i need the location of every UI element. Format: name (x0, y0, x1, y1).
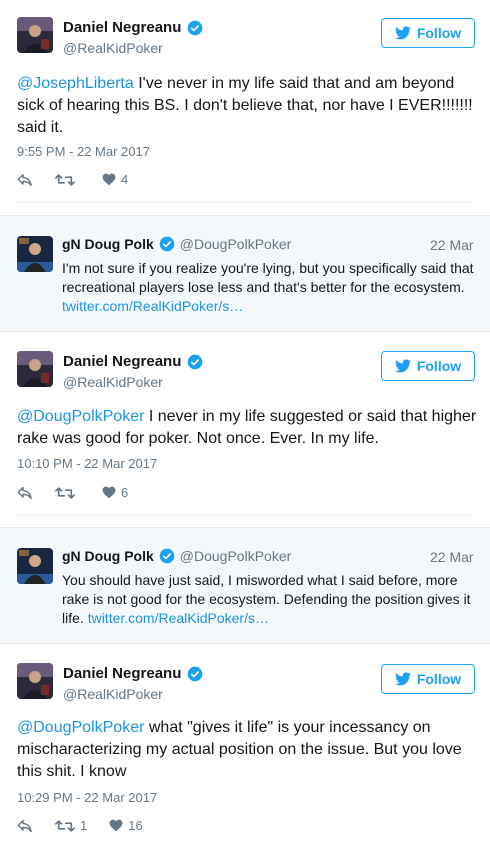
tweet-2: Daniel Negreanu @RealKidPoker Follow @Do… (0, 333, 490, 515)
twitter-bird-icon (394, 26, 411, 40)
retweet-count: 1 (80, 818, 88, 833)
tweet-actions: 6 (17, 485, 150, 500)
like-count: 4 (121, 172, 129, 187)
quoted-link[interactable]: twitter.com/RealKidPoker/s… (88, 610, 269, 626)
quoted-tweet-1[interactable]: gN Doug Polk @DougPolkPoker 22 Mar I'm n… (0, 215, 490, 332)
follow-button[interactable]: Follow (381, 664, 475, 694)
mention-link[interactable]: @DougPolkPoker (17, 408, 144, 425)
like-count: 6 (121, 485, 129, 500)
quoted-avatar[interactable] (17, 236, 53, 272)
twitter-bird-icon (394, 672, 411, 686)
tweet-3: Daniel Negreanu @RealKidPoker Follow @Do… (0, 645, 490, 846)
like-button[interactable]: 6 (102, 485, 128, 500)
reply-icon (17, 173, 32, 186)
tweet-text: @JosephLiberta I've never in my life sai… (17, 73, 479, 139)
quoted-avatar[interactable] (17, 548, 53, 584)
verified-badge-icon (188, 354, 203, 369)
retweet-button[interactable] (55, 173, 80, 187)
retweet-icon (55, 173, 75, 186)
verified-badge-icon (159, 236, 175, 252)
username[interactable]: @RealKidPoker (63, 686, 163, 702)
verified-badge-icon (159, 548, 175, 564)
reply-button[interactable] (17, 819, 33, 833)
quoted-date[interactable]: 22 Mar (430, 237, 474, 253)
quoted-date[interactable]: 22 Mar (430, 549, 474, 565)
name-row: Daniel Negreanu (63, 19, 203, 36)
avatar[interactable] (17, 351, 53, 387)
verified-badge-icon (188, 20, 203, 35)
reply-button[interactable] (17, 486, 33, 500)
reply-button[interactable] (17, 173, 33, 187)
reply-icon (17, 819, 32, 832)
quoted-text: You should have just said, I misworded w… (62, 571, 477, 628)
follow-label: Follow (416, 25, 462, 41)
heart-icon (102, 486, 116, 499)
tweet-text: @DougPolkPoker what "gives it life" is y… (17, 717, 479, 783)
timestamp[interactable]: 10:10 PM - 22 Mar 2017 (17, 456, 157, 471)
quoted-display-name[interactable]: gN Doug Polk (62, 236, 154, 252)
follow-label: Follow (416, 358, 462, 374)
display-name[interactable]: Daniel Negreanu (63, 19, 181, 36)
divider (17, 515, 473, 516)
name-row: Daniel Negreanu (63, 665, 203, 682)
display-name[interactable]: Daniel Negreanu (63, 665, 181, 682)
retweet-button[interactable] (55, 486, 80, 500)
quoted-username[interactable]: @DougPolkPoker (180, 236, 292, 252)
tweet-actions: 1 16 (17, 818, 165, 833)
quoted-tweet-2[interactable]: gN Doug Polk @DougPolkPoker 22 Mar You s… (0, 527, 490, 644)
quoted-display-name[interactable]: gN Doug Polk (62, 548, 154, 564)
display-name[interactable]: Daniel Negreanu (63, 353, 181, 370)
username[interactable]: @RealKidPoker (63, 374, 163, 390)
heart-icon (102, 173, 116, 186)
tweet-thread: Daniel Negreanu @RealKidPoker Follow @Jo… (0, 0, 490, 846)
follow-label: Follow (416, 671, 462, 687)
tweet-1: Daniel Negreanu @RealKidPoker Follow @Jo… (0, 0, 490, 200)
mention-link[interactable]: @JosephLiberta (17, 75, 134, 92)
tweet-text: @DougPolkPoker I never in my life sugges… (17, 406, 479, 450)
quoted-header: gN Doug Polk @DougPolkPoker (62, 548, 291, 564)
verified-badge-icon (188, 666, 203, 681)
timestamp[interactable]: 9:55 PM - 22 Mar 2017 (17, 144, 150, 159)
follow-button[interactable]: Follow (381, 18, 475, 48)
mention-link[interactable]: @DougPolkPoker (17, 719, 144, 736)
avatar[interactable] (17, 663, 53, 699)
retweet-icon (55, 819, 75, 832)
like-count: 16 (128, 818, 143, 833)
follow-button[interactable]: Follow (381, 351, 475, 381)
username[interactable]: @RealKidPoker (63, 40, 163, 56)
divider (17, 202, 473, 203)
twitter-bird-icon (394, 359, 411, 373)
retweet-icon (55, 486, 75, 499)
quoted-text: I'm not sure if you realize you're lying… (62, 259, 477, 316)
quoted-username[interactable]: @DougPolkPoker (180, 548, 292, 564)
tweet-actions: 4 (17, 172, 150, 187)
reply-icon (17, 486, 32, 499)
name-row: Daniel Negreanu (63, 353, 203, 370)
like-button[interactable]: 4 (102, 172, 128, 187)
quoted-body: I'm not sure if you realize you're lying… (62, 260, 474, 295)
retweet-button[interactable]: 1 (55, 818, 87, 833)
like-button[interactable]: 16 (109, 818, 143, 833)
heart-icon (109, 819, 123, 832)
timestamp[interactable]: 10:29 PM - 22 Mar 2017 (17, 790, 157, 805)
avatar[interactable] (17, 17, 53, 53)
quoted-header: gN Doug Polk @DougPolkPoker (62, 236, 291, 252)
quoted-link[interactable]: twitter.com/RealKidPoker/s… (62, 298, 243, 314)
